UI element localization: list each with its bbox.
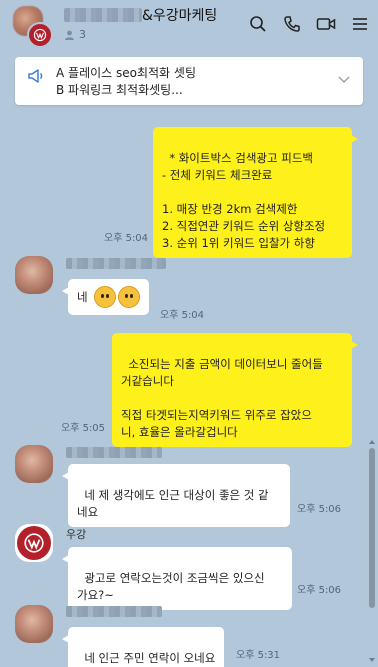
- sender-name: 우강: [66, 528, 87, 541]
- chatroom-title: &우강마케팅: [64, 5, 254, 25]
- chatroom-title-text: &우강마케팅: [142, 8, 218, 24]
- emoticon: [93, 286, 140, 308]
- message-time: 오후 5:05: [61, 423, 106, 434]
- redacted-name: [64, 8, 142, 22]
- message-text: 네 제 생각에도 인근 대상이 좋은 것 같 네요: [77, 488, 269, 519]
- message-time: 오후 5:06: [297, 585, 342, 596]
- scrollbar-thumb[interactable]: [369, 448, 375, 608]
- message-time: 오후 5:04: [104, 233, 149, 244]
- member-count-value: 3: [79, 28, 86, 41]
- search-icon[interactable]: [248, 14, 268, 34]
- redacted-name: [66, 258, 166, 269]
- message-text: * 화이트박스 검색광고 피드백 - 전체 키워드 체크완료 1. 매장 반경 …: [162, 151, 326, 250]
- other-message-bubble[interactable]: 네 인근 주민 연락이 오네요: [61, 627, 225, 667]
- chatroom-avatar[interactable]: [13, 6, 53, 48]
- message-time: 오후 5:31: [236, 650, 281, 661]
- scroll-down-icon[interactable]: [368, 656, 376, 664]
- my-message-bubble[interactable]: 소진되는 지출 금액이 데이터보니 줄어들 거같습니다 직접 타겟되는지역키워드…: [112, 333, 358, 447]
- brand-logo-icon: [17, 526, 51, 560]
- menu-icon[interactable]: [350, 14, 370, 34]
- sender-avatar[interactable]: [15, 605, 53, 643]
- sender-name: [66, 606, 162, 620]
- redacted-name: [66, 606, 162, 617]
- my-message-bubble[interactable]: * 화이트박스 검색광고 피드백 - 전체 키워드 체크완료 1. 매장 반경 …: [153, 127, 358, 258]
- megaphone-icon: [27, 67, 45, 89]
- sender-avatar[interactable]: [15, 524, 53, 562]
- other-message-bubble[interactable]: 광고로 연락오는것이 조금씩은 있으신 가요?~: [62, 547, 292, 610]
- message-text: 네: [77, 289, 88, 304]
- sender-avatar[interactable]: [15, 256, 53, 294]
- message-time: 오후 5:06: [297, 504, 342, 515]
- sender-avatar[interactable]: [15, 445, 53, 483]
- notice-banner[interactable]: A 플레이스 seo최적화 셋팅 B 파워링크 최적화셋팅...: [15, 57, 363, 105]
- scroll-up-icon[interactable]: [368, 438, 376, 446]
- message-text: 소진되는 지출 금액이 데이터보니 줄어들 거같습니다 직접 타겟되는지역키워드…: [121, 357, 323, 439]
- chat-header: &우강마케팅 3: [0, 0, 378, 48]
- brand-logo-icon: [27, 22, 53, 48]
- notice-line-2: B 파워링크 최적화셋팅...: [56, 83, 183, 97]
- sender-name: [66, 447, 162, 461]
- notice-text: A 플레이스 seo최적화 셋팅 B 파워링크 최적화셋팅...: [56, 65, 196, 99]
- phone-icon[interactable]: [282, 14, 302, 34]
- redacted-name: [66, 447, 162, 458]
- notice-line-1: A 플레이스 seo최적화 셋팅: [56, 66, 196, 80]
- emoji-face-icon: [117, 286, 140, 308]
- chatroom-title-area[interactable]: &우강마케팅 3: [64, 5, 254, 41]
- video-icon[interactable]: [316, 14, 336, 34]
- sender-name: [66, 258, 166, 272]
- other-message-bubble[interactable]: 네: [62, 279, 149, 315]
- message-time: 오후 5:04: [160, 310, 205, 321]
- person-icon: [65, 30, 74, 40]
- chevron-down-icon[interactable]: [337, 69, 351, 88]
- emoji-face-icon: [93, 286, 116, 308]
- message-text: 네 인근 주민 연락이 오네요: [84, 651, 216, 665]
- member-count[interactable]: 3: [64, 28, 254, 41]
- message-text: 광고로 연락오는것이 조금씩은 있으신 가요?~: [77, 571, 265, 602]
- other-message-bubble[interactable]: 네 제 생각에도 인근 대상이 좋은 것 같 네요: [62, 464, 290, 527]
- header-actions: [248, 14, 370, 34]
